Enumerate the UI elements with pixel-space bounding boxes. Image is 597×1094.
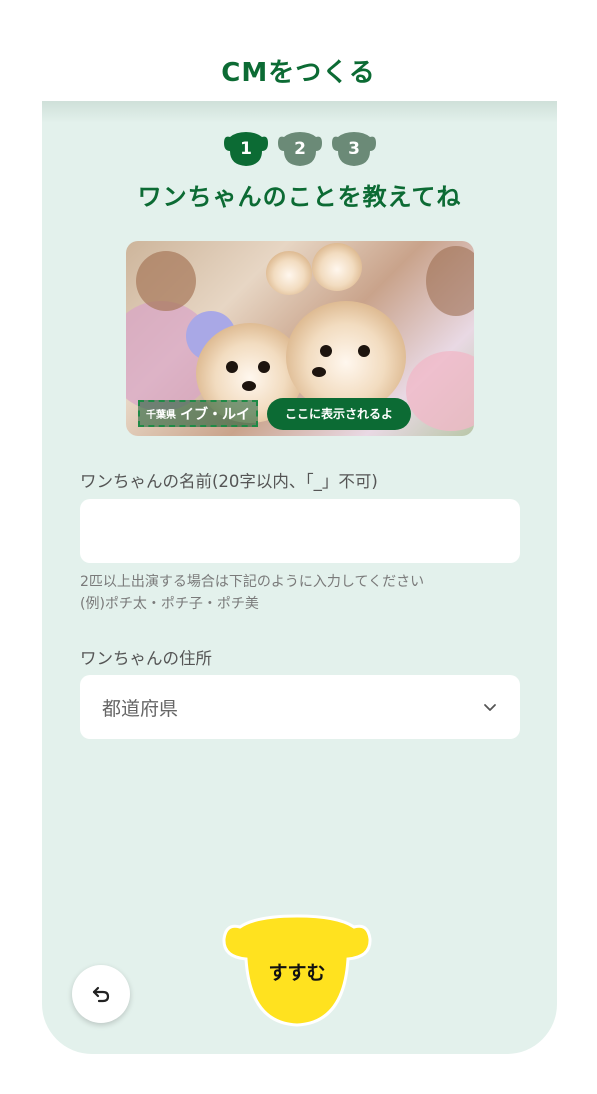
- next-button[interactable]: すすむ: [220, 913, 374, 1031]
- dog-eye: [358, 345, 370, 357]
- step-1-indicator: 1: [222, 131, 270, 169]
- dog-nose: [242, 381, 256, 391]
- dog-photo: [286, 301, 406, 413]
- dog-name-sample: イブ・ルイ: [180, 406, 250, 423]
- chevron-down-icon: [484, 704, 496, 711]
- address-label: ワンちゃんの住所: [80, 649, 212, 668]
- dog-name-label: ワンちゃんの名前(20字以内、「_」不可): [80, 472, 378, 491]
- dog-eye: [258, 361, 270, 373]
- step-number: 1: [240, 139, 252, 159]
- dog-name-hint: 2匹以上出演する場合は下記のように入力してください: [80, 574, 425, 590]
- cm-preview-image: 千葉県 イブ・ルイ ここに表示されるよ: [126, 241, 474, 436]
- dog-photo: [312, 243, 362, 291]
- step-number: 3: [348, 139, 360, 159]
- back-button[interactable]: [72, 965, 130, 1023]
- prefecture-tag: 千葉県: [146, 410, 176, 421]
- step-indicator: 1 2 3: [222, 131, 382, 171]
- flower-decoration: [406, 351, 474, 431]
- dog-eye: [226, 361, 238, 373]
- teddy-bear-decoration: [426, 246, 474, 316]
- undo-icon: [92, 986, 110, 1003]
- teddy-bear-decoration: [136, 251, 196, 311]
- preview-badge: ここに表示されるよ: [267, 398, 412, 430]
- name-tag-sample: 千葉県 イブ・ルイ: [138, 400, 258, 427]
- page-title: CMをつくる: [221, 58, 376, 88]
- step-3-indicator: 3: [330, 131, 378, 169]
- dog-name-input[interactable]: [80, 499, 520, 563]
- next-button-label: すすむ: [268, 962, 326, 984]
- step-2-indicator: 2: [276, 131, 324, 169]
- form-card: 1 2 3 ワンちゃんのことを教えてね 千葉県 イブ・ルイ ここに表示されるよ …: [42, 101, 557, 1054]
- step-heading: ワンちゃんのことを教えてね: [137, 183, 462, 211]
- dog-name-example: (例)ポチ太・ポチ子・ポチ美: [80, 596, 259, 612]
- prefecture-select[interactable]: 都道府県: [80, 675, 520, 739]
- step-number: 2: [294, 139, 306, 159]
- prefecture-select-value: 都道府県: [102, 697, 179, 720]
- dog-eye: [320, 345, 332, 357]
- card-top-shadow: [42, 101, 557, 123]
- dog-photo: [266, 251, 312, 295]
- dog-nose: [312, 367, 326, 377]
